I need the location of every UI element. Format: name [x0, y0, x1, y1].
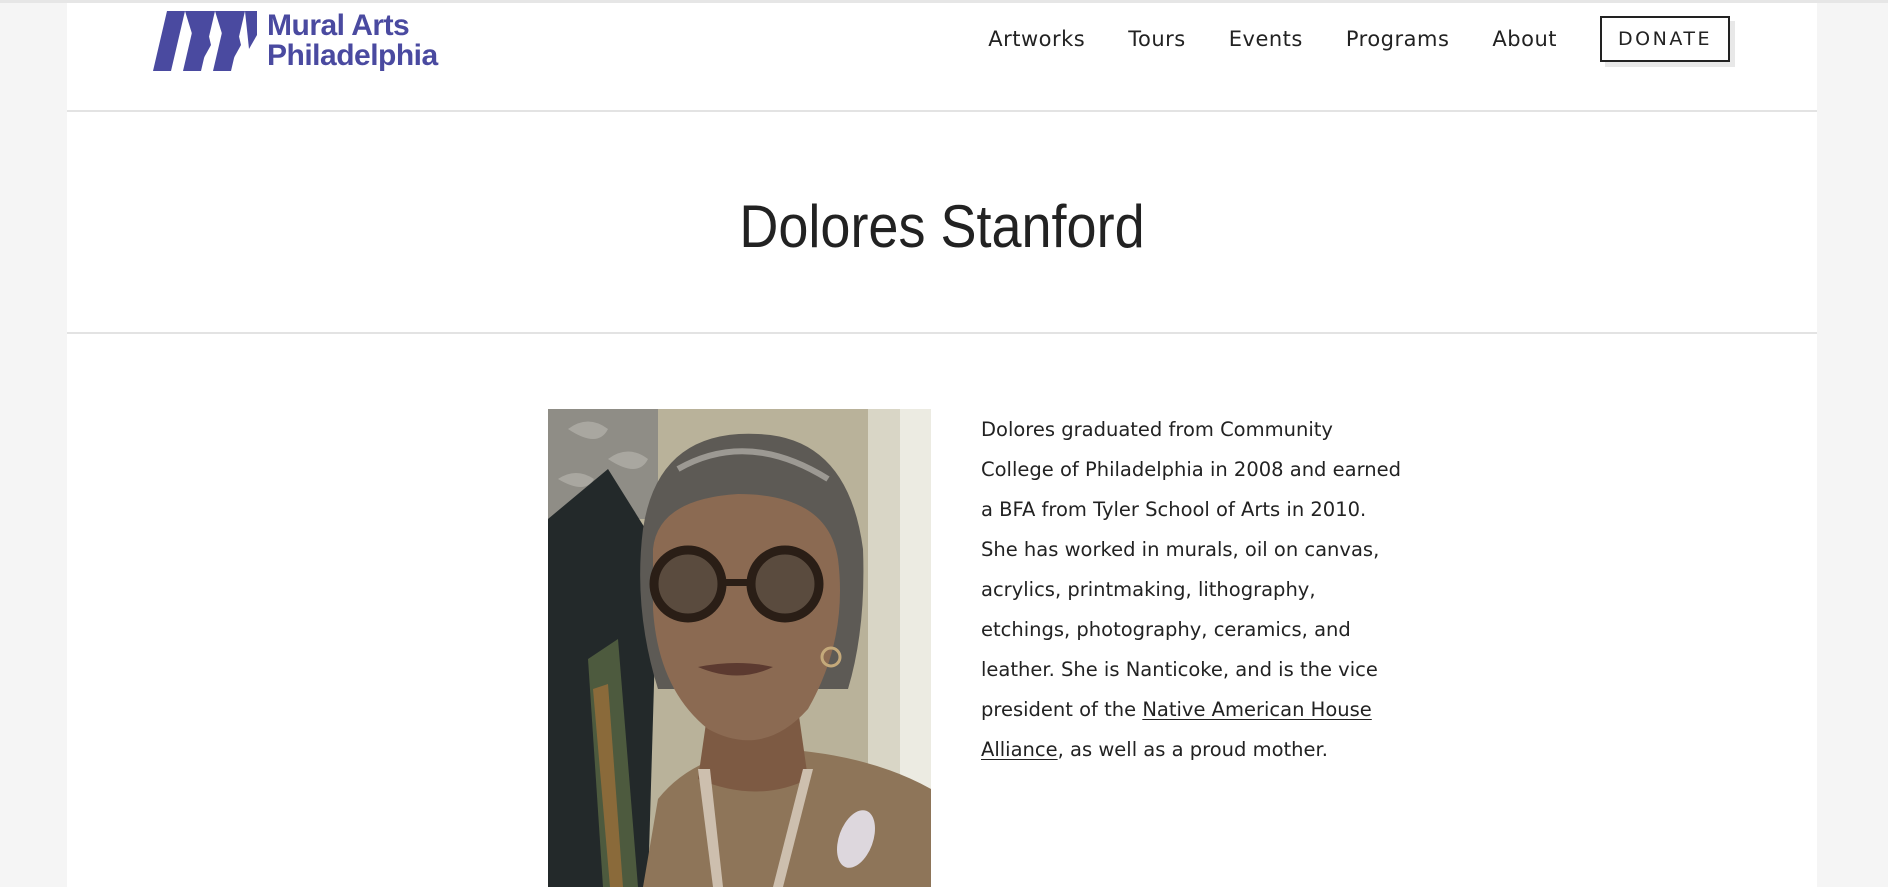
- artist-bio: Dolores graduated from Community College…: [981, 410, 1401, 770]
- site-header: Mural Arts Philadelphia Artworks Tours E…: [67, 3, 1817, 112]
- mural-arts-logo[interactable]: Mural Arts Philadelphia: [153, 5, 438, 71]
- artist-portrait: [548, 409, 931, 887]
- logo-wordmark: Mural Arts Philadelphia: [267, 11, 438, 71]
- portrait-image: [548, 409, 931, 887]
- mural-arts-logo-mark-icon: [153, 11, 257, 71]
- donate-button[interactable]: DONATE: [1600, 16, 1730, 62]
- nav-events[interactable]: Events: [1229, 14, 1303, 64]
- logo-line-2: Philadelphia: [267, 39, 438, 72]
- main-nav: Artworks Tours Events Programs About DON…: [988, 14, 1730, 64]
- title-band: Dolores Stanford: [67, 112, 1817, 334]
- nav-artworks[interactable]: Artworks: [988, 14, 1085, 64]
- page-container: Mural Arts Philadelphia Artworks Tours E…: [67, 3, 1817, 887]
- page-title: Dolores Stanford: [739, 193, 1145, 260]
- nav-programs[interactable]: Programs: [1346, 14, 1450, 64]
- nav-tours[interactable]: Tours: [1128, 14, 1186, 64]
- logo-line-1: Mural Arts: [267, 9, 410, 42]
- bio-text-before-link: Dolores graduated from Community College…: [981, 418, 1401, 721]
- bio-text-after-link: , as well as a proud mother.: [1057, 738, 1328, 761]
- nav-about[interactable]: About: [1492, 14, 1557, 64]
